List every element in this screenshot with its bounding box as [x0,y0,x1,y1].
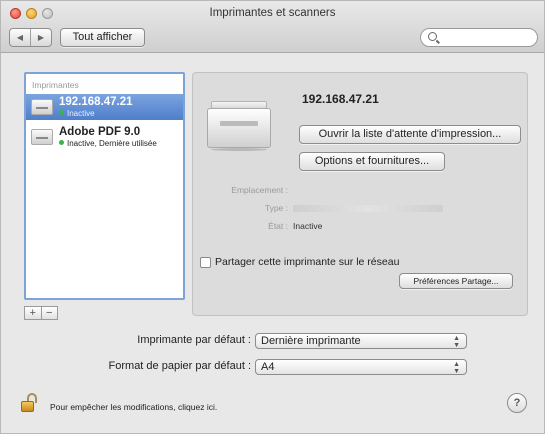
window-title: Imprimantes et scanners [209,7,336,19]
printer-icon [31,129,53,145]
popup-arrows-icon: ▲ ▼ [453,335,460,349]
share-printer-checkbox[interactable]: Partager cette imprimante sur le réseau [200,256,399,268]
printer-icon [31,99,53,115]
printer-name: 192.168.47.21 [59,96,133,108]
printer-status: Inactive [59,109,95,118]
search-field[interactable] [420,28,538,47]
printer-list-header: Imprimantes [32,80,79,90]
back-arrow-icon[interactable]: ◀ [10,29,31,46]
type-value-redacted [293,205,443,212]
paper-format-label: Format de papier par défaut : [108,360,251,372]
paper-format-value: A4 [261,361,275,373]
printer-large-icon [207,101,271,151]
printer-details-panel: 192.168.47.21 Ouvrir la liste d'attente … [192,72,528,316]
printer-list[interactable]: Imprimantes 192.168.47.21 Inactive Adobe… [24,72,185,300]
type-row: Type : [193,203,529,215]
share-printer-label: Partager cette imprimante sur le réseau [215,256,400,268]
printer-title: 192.168.47.21 [302,92,379,106]
printer-name: Adobe PDF 9.0 [59,126,141,138]
status-dot-icon [59,140,64,145]
remove-printer-button[interactable]: − [42,307,58,319]
show-all-button[interactable]: Tout afficher [60,28,145,47]
popup-arrows-icon: ▲ ▼ [453,361,460,375]
default-printer-label: Imprimante par défaut : [137,334,251,346]
status-dot-icon [59,110,64,115]
printer-status-text: Inactive, Dernière utilisée [67,139,157,148]
state-label: État : [268,221,288,231]
printer-list-item-selected[interactable]: 192.168.47.21 Inactive [26,94,183,120]
open-print-queue-button[interactable]: Ouvrir la liste d'attente d'impression..… [299,125,521,144]
toolbar: Imprimantes et scanners ◀ ▶ Tout affiche… [1,1,544,53]
search-icon [428,32,437,41]
add-remove-control: + − [24,306,58,320]
printer-status: Inactive, Dernière utilisée [59,139,157,148]
lock-icon[interactable] [21,393,39,413]
forward-arrow-icon[interactable]: ▶ [31,29,51,46]
default-printer-popup[interactable]: Dernière imprimante ▲ ▼ [255,333,467,349]
help-button[interactable]: ? [507,393,527,413]
checkbox-icon [200,256,211,268]
printers-scanners-window: Imprimantes et scanners ◀ ▶ Tout affiche… [0,0,545,434]
sharing-preferences-button[interactable]: Préférences Partage... [399,273,513,289]
default-printer-value: Dernière imprimante [261,335,361,347]
state-value: Inactive [293,221,323,231]
printer-list-item[interactable]: Adobe PDF 9.0 Inactive, Dernière utilisé… [26,124,183,150]
options-supplies-button[interactable]: Options et fournitures... [299,152,445,171]
navigation-segmented-control: ◀ ▶ [9,28,52,47]
location-label: Emplacement : [231,185,288,195]
type-label: Type : [264,203,288,213]
paper-format-popup[interactable]: A4 ▲ ▼ [255,359,467,375]
location-row: Emplacement : [193,185,529,197]
add-printer-button[interactable]: + [25,307,42,319]
printer-status-text: Inactive [67,109,95,118]
state-row: État : Inactive [193,221,529,233]
lock-hint-text: Pour empêcher les modifications, cliquez… [50,402,218,412]
